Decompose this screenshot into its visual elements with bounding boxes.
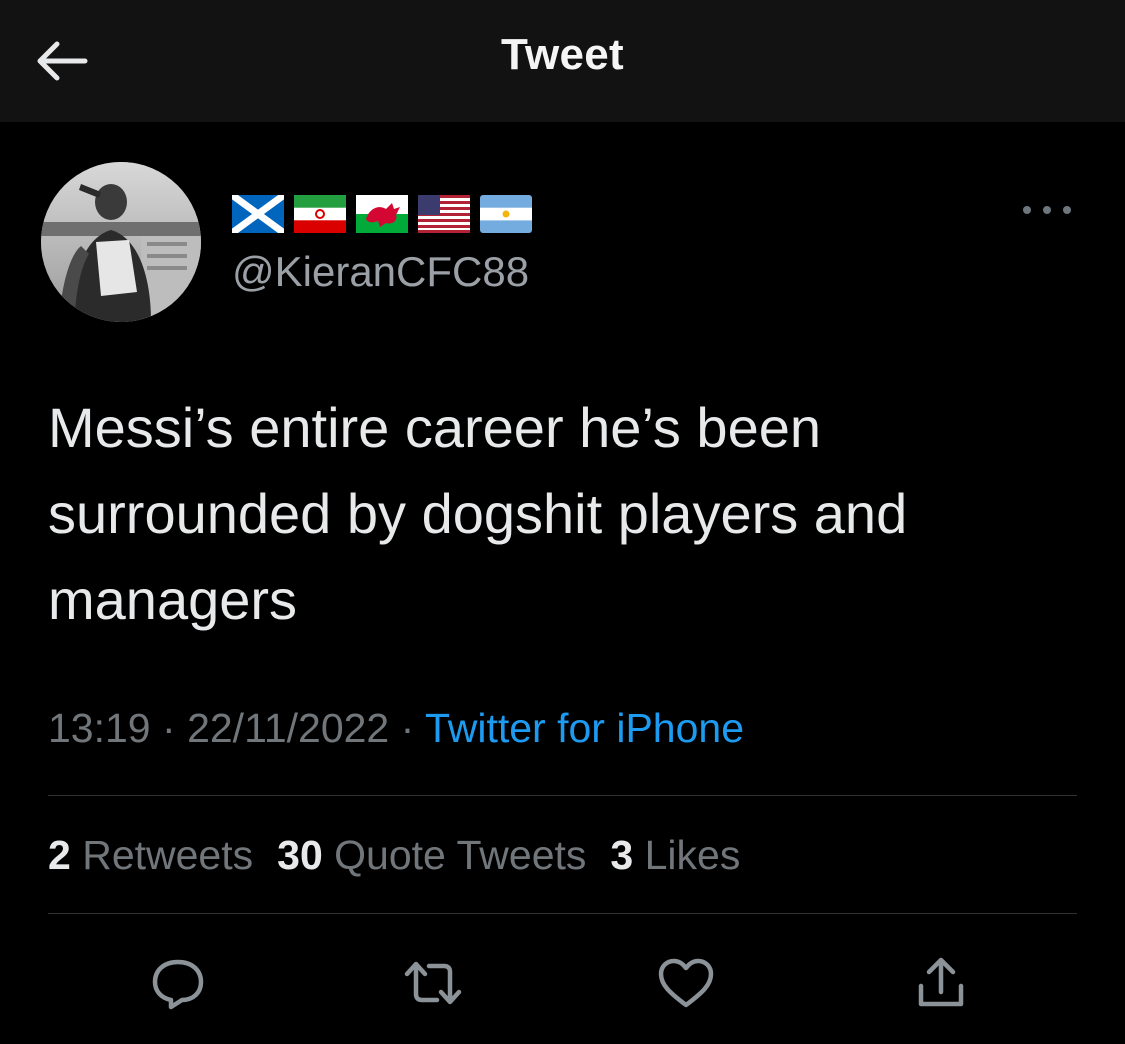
retweets-label: Retweets	[82, 832, 254, 878]
tweet-text: Messi’s entire career he’s been surround…	[48, 396, 908, 631]
reply-icon	[152, 959, 204, 1010]
tweet-time: 13:19	[48, 705, 151, 751]
quote-tweets-stat[interactable]: 30 Quote Tweets	[277, 832, 586, 879]
tweet-date: 22/11/2022	[187, 705, 390, 751]
quote-tweets-label: Quote Tweets	[334, 832, 587, 878]
tweet-meta: 13:19 · 22/11/2022 · Twitter for iPhone	[48, 705, 744, 752]
meta-separator: ·	[162, 705, 176, 751]
avatar-photo	[41, 162, 201, 322]
likes-stat[interactable]: 3 Likes	[610, 832, 740, 879]
retweets-count: 2	[48, 832, 71, 878]
likes-count: 3	[610, 832, 634, 878]
author-handle[interactable]: @KieranCFC88	[232, 248, 529, 296]
action-bar	[0, 948, 1125, 1018]
avatar[interactable]	[41, 162, 201, 322]
top-bar: Tweet	[0, 0, 1125, 122]
tweet-page: Tweet @KieranCFC88 Messi’s entire career…	[0, 0, 1125, 1044]
likes-label: Likes	[644, 832, 741, 878]
divider	[48, 795, 1077, 796]
wales-flag-icon	[356, 195, 408, 233]
scotland-flag-icon	[232, 195, 284, 233]
usa-flag-icon	[418, 195, 470, 233]
page-title: Tweet	[501, 30, 624, 79]
more-options-button[interactable]	[1023, 198, 1071, 222]
more-dot-icon	[1063, 206, 1071, 214]
share-icon	[918, 957, 964, 1007]
tweet-source-link[interactable]: Twitter for iPhone	[425, 705, 744, 751]
more-dot-icon	[1043, 206, 1051, 214]
retweets-stat[interactable]: 2 Retweets	[48, 832, 253, 879]
like-icon	[658, 958, 714, 1008]
argentina-flag-icon	[480, 195, 532, 233]
retweet-icon	[404, 961, 462, 1005]
tweet-stats: 2 Retweets 30 Quote Tweets 3 Likes	[48, 832, 740, 879]
divider	[48, 913, 1077, 914]
iran-flag-icon	[294, 195, 346, 233]
quote-tweets-count: 30	[277, 832, 323, 878]
like-button[interactable]	[651, 948, 721, 1018]
more-dot-icon	[1023, 206, 1031, 214]
retweet-button[interactable]	[398, 948, 468, 1018]
meta-separator: ·	[400, 705, 415, 751]
share-button[interactable]	[906, 948, 976, 1018]
name-flags	[232, 195, 532, 233]
reply-button[interactable]	[143, 948, 213, 1018]
